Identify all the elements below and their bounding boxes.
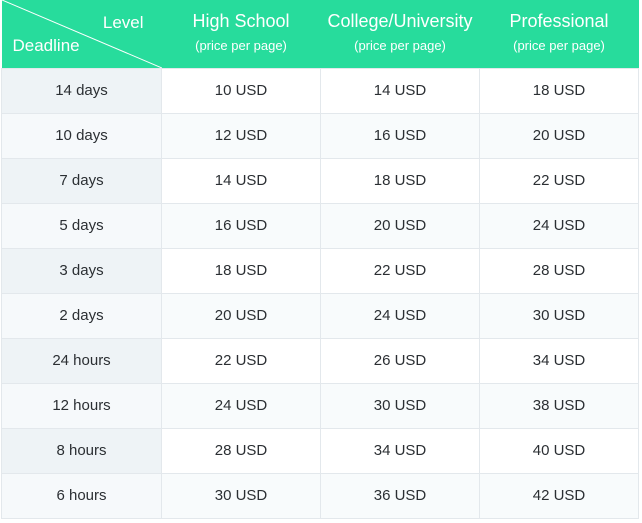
column-subtitle: (price per page) [513, 38, 605, 54]
column-subtitle: (price per page) [195, 38, 287, 54]
pricing-table-header: Level Deadline High School (price per pa… [1, 0, 639, 68]
column-title: College/University [327, 11, 473, 32]
table-row: 24 hours 22 USD 26 USD 34 USD [1, 337, 639, 384]
column-header-college-university: College/University (price per page) [320, 0, 480, 68]
price-cell-college-university: 20 USD [320, 202, 480, 249]
table-row: 3 days 18 USD 22 USD 28 USD [1, 247, 639, 294]
deadline-cell: 7 days [1, 157, 162, 204]
table-row: 12 hours 24 USD 30 USD 38 USD [1, 382, 639, 429]
pricing-table-body: 14 days 10 USD 14 USD 18 USD 10 days 12 … [1, 67, 639, 519]
price-cell-professional: 18 USD [479, 67, 639, 114]
price-cell-professional: 38 USD [479, 382, 639, 429]
price-cell-college-university: 30 USD [320, 382, 480, 429]
price-cell-professional: 28 USD [479, 247, 639, 294]
price-cell-high-school: 14 USD [161, 157, 321, 204]
price-cell-college-university: 34 USD [320, 427, 480, 474]
deadline-cell: 6 hours [1, 472, 162, 519]
column-title: Professional [509, 11, 609, 32]
table-row: 7 days 14 USD 18 USD 22 USD [1, 157, 639, 204]
price-cell-high-school: 10 USD [161, 67, 321, 114]
price-cell-college-university: 22 USD [320, 247, 480, 294]
price-cell-high-school: 20 USD [161, 292, 321, 339]
table-row: 14 days 10 USD 14 USD 18 USD [1, 67, 639, 114]
price-cell-college-university: 14 USD [320, 67, 480, 114]
table-row: 2 days 20 USD 24 USD 30 USD [1, 292, 639, 339]
table-row: 6 hours 30 USD 36 USD 42 USD [1, 472, 639, 519]
table-row: 8 hours 28 USD 34 USD 40 USD [1, 427, 639, 474]
price-cell-high-school: 28 USD [161, 427, 321, 474]
price-cell-professional: 20 USD [479, 112, 639, 159]
price-cell-college-university: 36 USD [320, 472, 480, 519]
price-cell-high-school: 22 USD [161, 337, 321, 384]
header-row: Level Deadline High School (price per pa… [1, 0, 639, 68]
price-cell-high-school: 24 USD [161, 382, 321, 429]
deadline-cell: 14 days [1, 67, 162, 114]
price-cell-high-school: 12 USD [161, 112, 321, 159]
deadline-cell: 12 hours [1, 382, 162, 429]
price-cell-high-school: 30 USD [161, 472, 321, 519]
price-cell-high-school: 16 USD [161, 202, 321, 249]
diagonal-divider [1, 0, 162, 68]
pricing-table: Level Deadline High School (price per pa… [1, 0, 639, 519]
price-cell-college-university: 24 USD [320, 292, 480, 339]
column-header-high-school: High School (price per page) [161, 0, 321, 68]
corner-header-cell: Level Deadline [1, 0, 162, 68]
deadline-cell: 3 days [1, 247, 162, 294]
price-cell-professional: 30 USD [479, 292, 639, 339]
price-cell-college-university: 18 USD [320, 157, 480, 204]
deadline-cell: 2 days [1, 292, 162, 339]
price-cell-professional: 22 USD [479, 157, 639, 204]
deadline-cell: 8 hours [1, 427, 162, 474]
price-cell-professional: 24 USD [479, 202, 639, 249]
deadline-cell: 24 hours [1, 337, 162, 384]
table-row: 10 days 12 USD 16 USD 20 USD [1, 112, 639, 159]
level-label: Level [102, 13, 144, 32]
price-cell-professional: 40 USD [479, 427, 639, 474]
price-cell-professional: 42 USD [479, 472, 639, 519]
column-title: High School [192, 11, 290, 32]
price-cell-college-university: 26 USD [320, 337, 480, 384]
table-row: 5 days 16 USD 20 USD 24 USD [1, 202, 639, 249]
pricing-table-container: Level Deadline High School (price per pa… [1, 0, 639, 519]
price-cell-high-school: 18 USD [161, 247, 321, 294]
price-cell-college-university: 16 USD [320, 112, 480, 159]
deadline-label: Deadline [12, 35, 80, 55]
column-header-professional: Professional (price per page) [479, 0, 639, 68]
price-cell-professional: 34 USD [479, 337, 639, 384]
column-subtitle: (price per page) [354, 38, 446, 54]
deadline-cell: 5 days [1, 202, 162, 249]
deadline-cell: 10 days [1, 112, 162, 159]
